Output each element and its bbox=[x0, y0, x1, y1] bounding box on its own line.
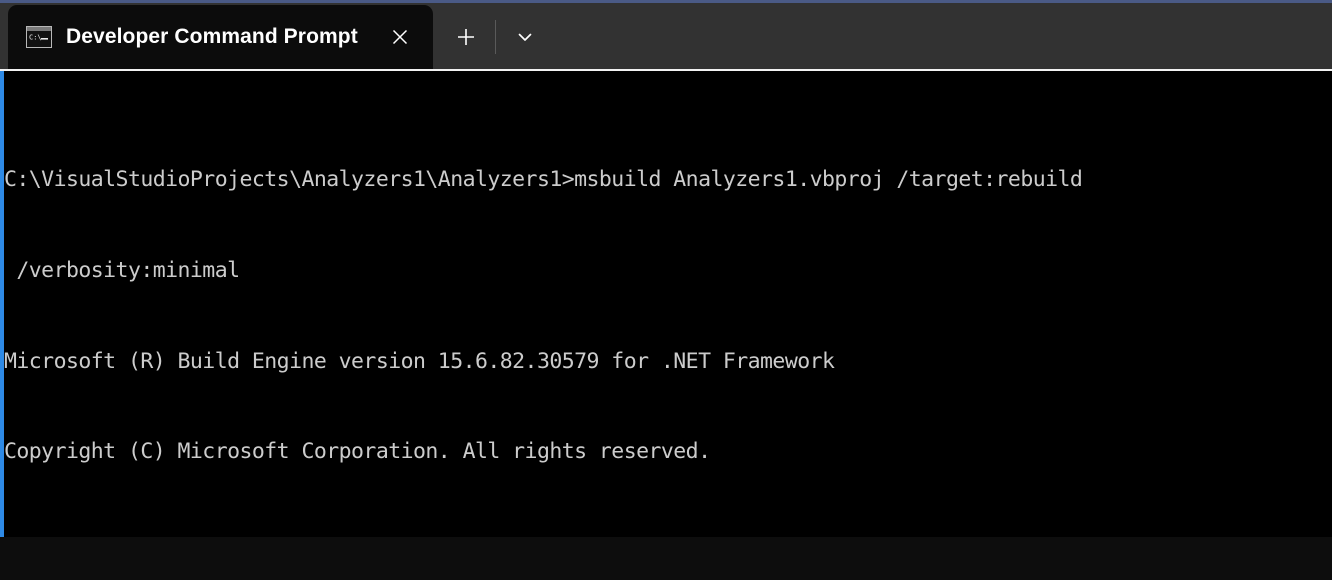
pane-focus-indicator bbox=[0, 71, 4, 537]
tab-bar: C:\ Developer Command Prompt bbox=[0, 3, 1332, 69]
terminal-pane[interactable]: C:\VisualStudioProjects\Analyzers1\Analy… bbox=[0, 71, 1332, 537]
tab-developer-command-prompt[interactable]: C:\ Developer Command Prompt bbox=[8, 5, 433, 69]
terminal-window: C:\ Developer Command Prompt C:\VisualSt… bbox=[0, 0, 1332, 580]
terminal-line: C:\VisualStudioProjects\Analyzers1\Analy… bbox=[4, 167, 1083, 193]
new-tab-button[interactable] bbox=[443, 13, 489, 61]
window-bottom-strip bbox=[0, 537, 1332, 580]
svg-text:C:\: C:\ bbox=[29, 34, 42, 42]
toolbar-divider bbox=[495, 20, 496, 54]
terminal-line: Microsoft (R) Build Engine version 15.6.… bbox=[4, 348, 835, 374]
terminal-line: /verbosity:minimal bbox=[4, 258, 240, 283]
console-icon: C:\ bbox=[26, 26, 52, 48]
chevron-down-icon[interactable] bbox=[502, 13, 548, 61]
close-icon[interactable] bbox=[383, 20, 417, 54]
tab-title: Developer Command Prompt bbox=[66, 25, 358, 48]
terminal-output[interactable]: C:\VisualStudioProjects\Analyzers1\Analy… bbox=[4, 105, 1332, 537]
terminal-line: Copyright (C) Microsoft Corporation. All… bbox=[4, 439, 711, 465]
